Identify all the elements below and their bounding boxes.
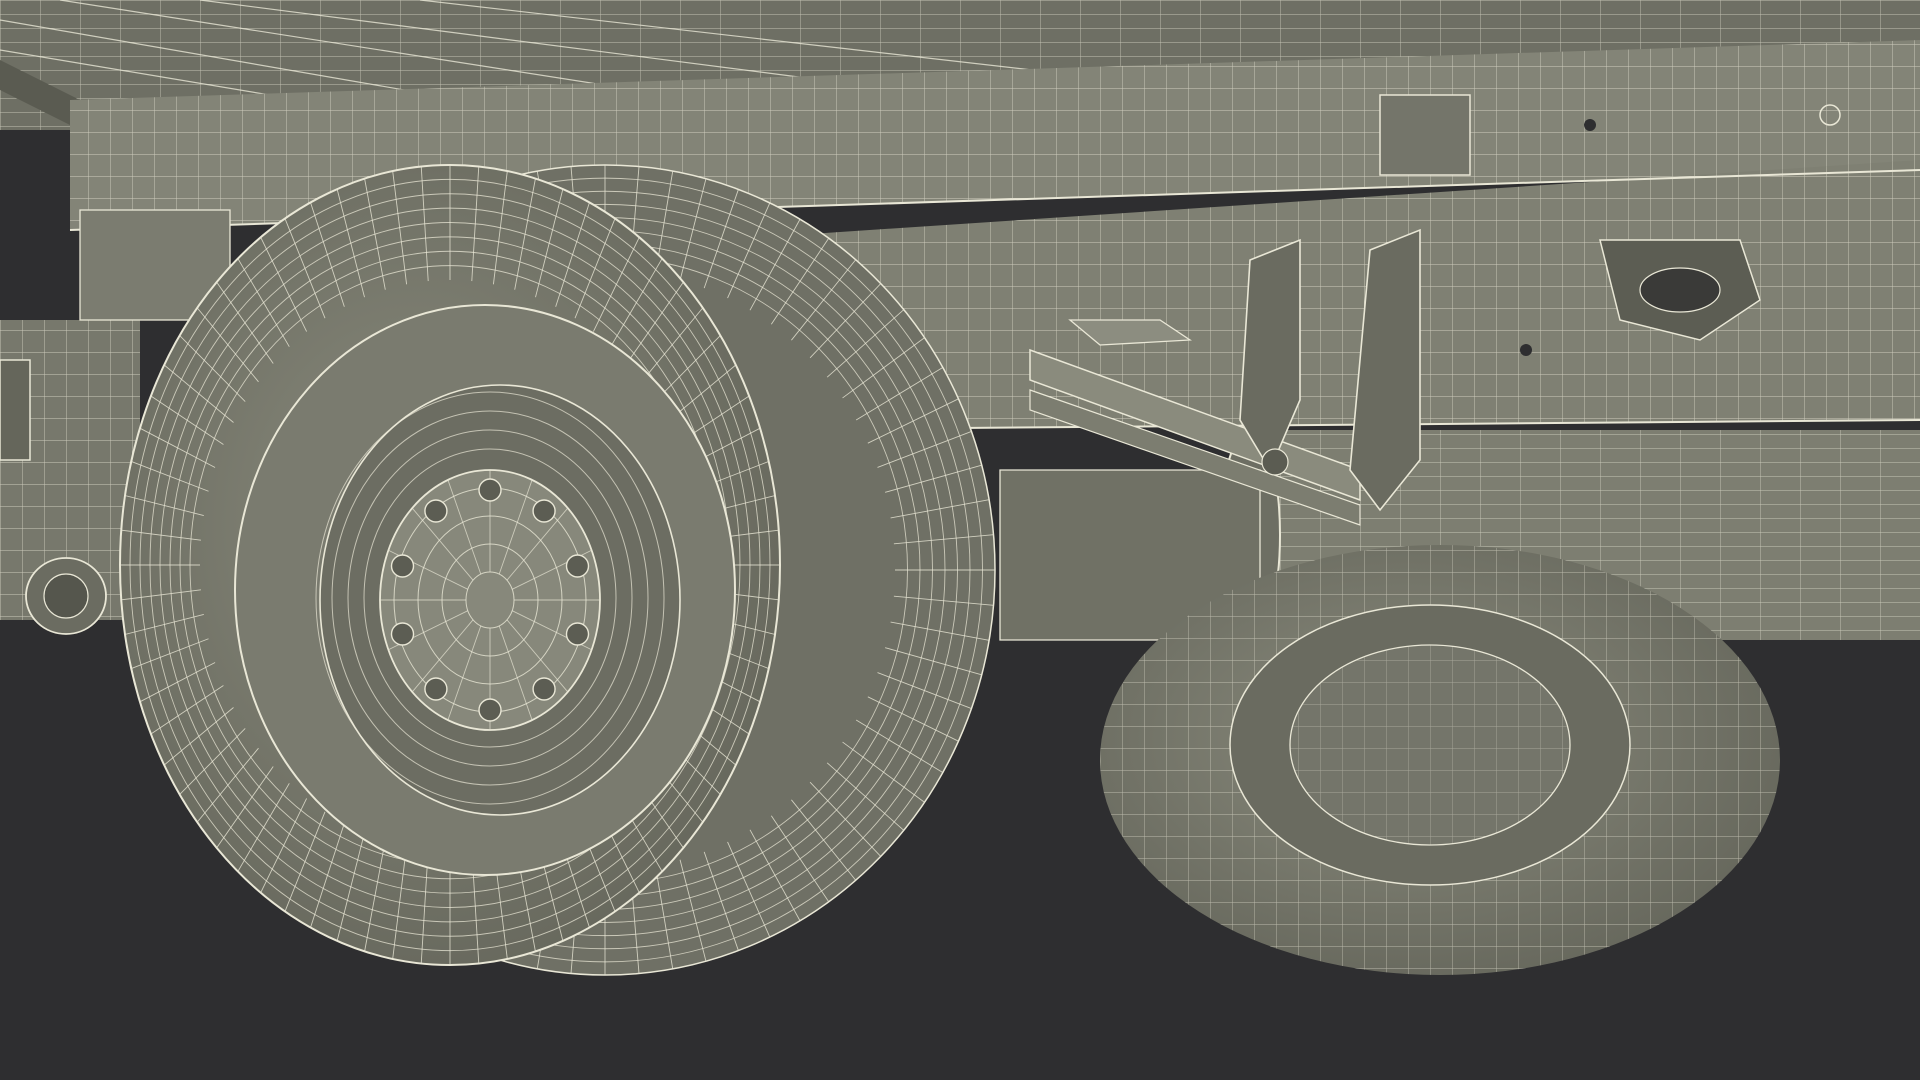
rear-dual-tire bbox=[1100, 545, 1780, 975]
lug-nut bbox=[424, 677, 448, 701]
lug-nut bbox=[478, 478, 502, 502]
lug-nut bbox=[390, 554, 415, 578]
lug-nut bbox=[565, 554, 590, 578]
front-dual-tire bbox=[119, 164, 996, 976]
lug-nut bbox=[478, 698, 502, 722]
wireframe-render bbox=[0, 0, 1920, 976]
render-viewport bbox=[0, 0, 1920, 1080]
lug-nut bbox=[390, 622, 415, 646]
lug-nut bbox=[532, 677, 556, 701]
lug-nut bbox=[565, 622, 590, 646]
lug-nut bbox=[424, 499, 448, 523]
lug-nut bbox=[532, 499, 556, 523]
